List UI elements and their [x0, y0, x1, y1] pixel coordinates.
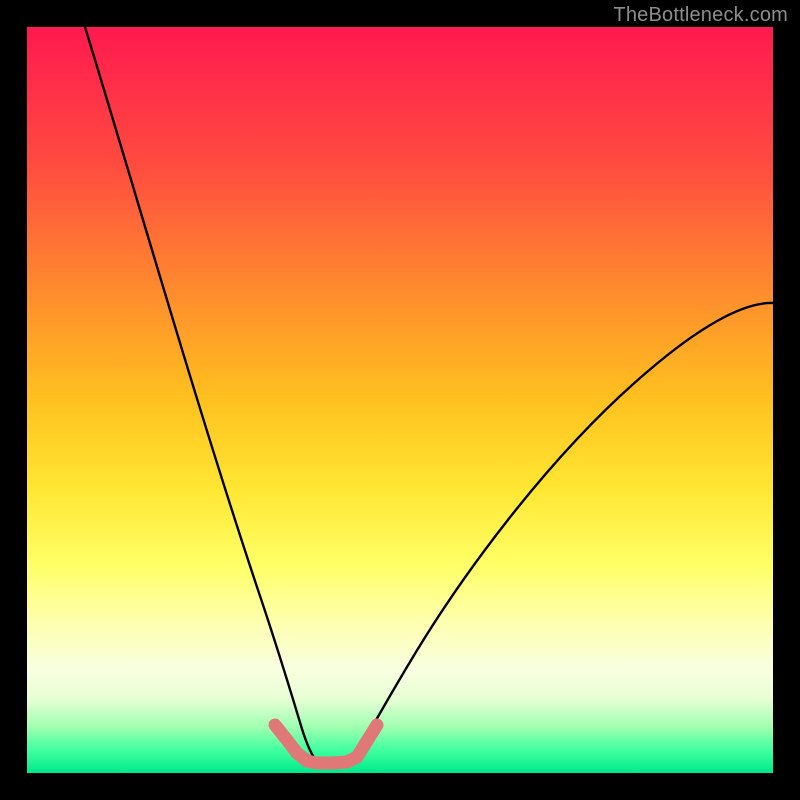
plot-area: [27, 27, 773, 773]
left-curve: [85, 27, 317, 762]
watermark-text: TheBottleneck.com: [613, 4, 788, 27]
right-curve: [352, 303, 773, 757]
curve-layer: [27, 27, 773, 773]
chart-frame: TheBottleneck.com: [0, 0, 800, 800]
highlight-segment: [275, 725, 377, 763]
